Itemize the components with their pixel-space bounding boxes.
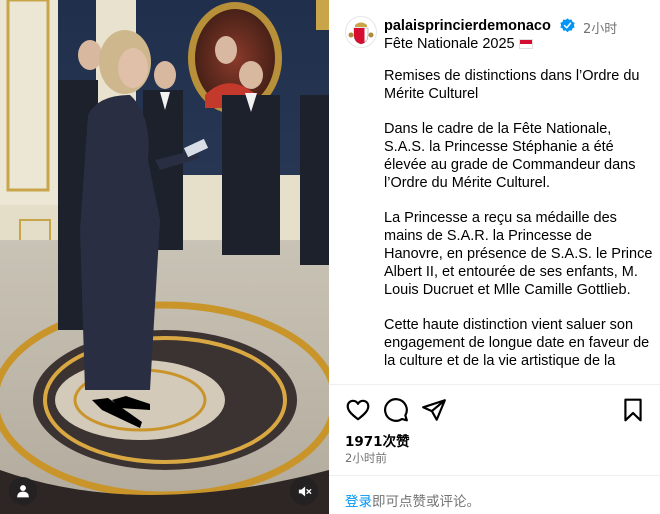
post-time: 2小时 (583, 22, 618, 37)
monaco-flag-icon (518, 39, 533, 49)
verified-badge-icon (560, 18, 575, 33)
monaco-crest-logo (348, 22, 374, 45)
post-date: 2小时前 (345, 451, 387, 465)
username-link[interactable]: palaisprincierdemonaco (384, 18, 551, 34)
post-header: palaisprincierdemonaco 2小时 Fête National… (345, 15, 650, 55)
login-prompt-text: 即可点赞或评论。 (372, 494, 480, 510)
caption-paragraph: Remises de distinctions dans l’Ordre du … (384, 68, 640, 102)
mute-button[interactable] (290, 477, 318, 505)
like-count[interactable]: 1971次赞 (345, 430, 410, 450)
comment-bubble-icon[interactable] (383, 397, 409, 423)
login-prompt: 登录即可点赞或评论。 (345, 490, 480, 510)
caption-paragraph: Cette haute distinction vient saluer son… (384, 317, 650, 369)
bookmark-icon[interactable] (620, 397, 646, 423)
tagged-users-button[interactable] (9, 477, 37, 505)
action-bar (345, 397, 645, 423)
speaker-muted-icon (298, 486, 311, 496)
video-frame (0, 0, 329, 514)
caption-body[interactable]: Remises de distinctions dans l’Ordre du … (384, 68, 654, 383)
heart-icon[interactable] (345, 397, 371, 423)
caption-title-text: Fête Nationale 2025 (384, 36, 515, 52)
divider (329, 475, 660, 476)
person-icon (17, 485, 29, 498)
login-link[interactable]: 登录 (345, 494, 372, 510)
post-video[interactable] (0, 0, 329, 514)
caption-paragraph: Dans le cadre de la Fête Nationale, S.A.… (384, 121, 636, 191)
paper-plane-icon[interactable] (421, 397, 447, 423)
divider (329, 384, 660, 385)
post-panel: palaisprincierdemonaco 2小时 Fête National… (329, 0, 660, 514)
avatar[interactable] (345, 16, 377, 48)
caption-title: Fête Nationale 2025 (384, 36, 533, 52)
caption-paragraph: La Princesse a reçu sa médaille des main… (384, 210, 653, 298)
